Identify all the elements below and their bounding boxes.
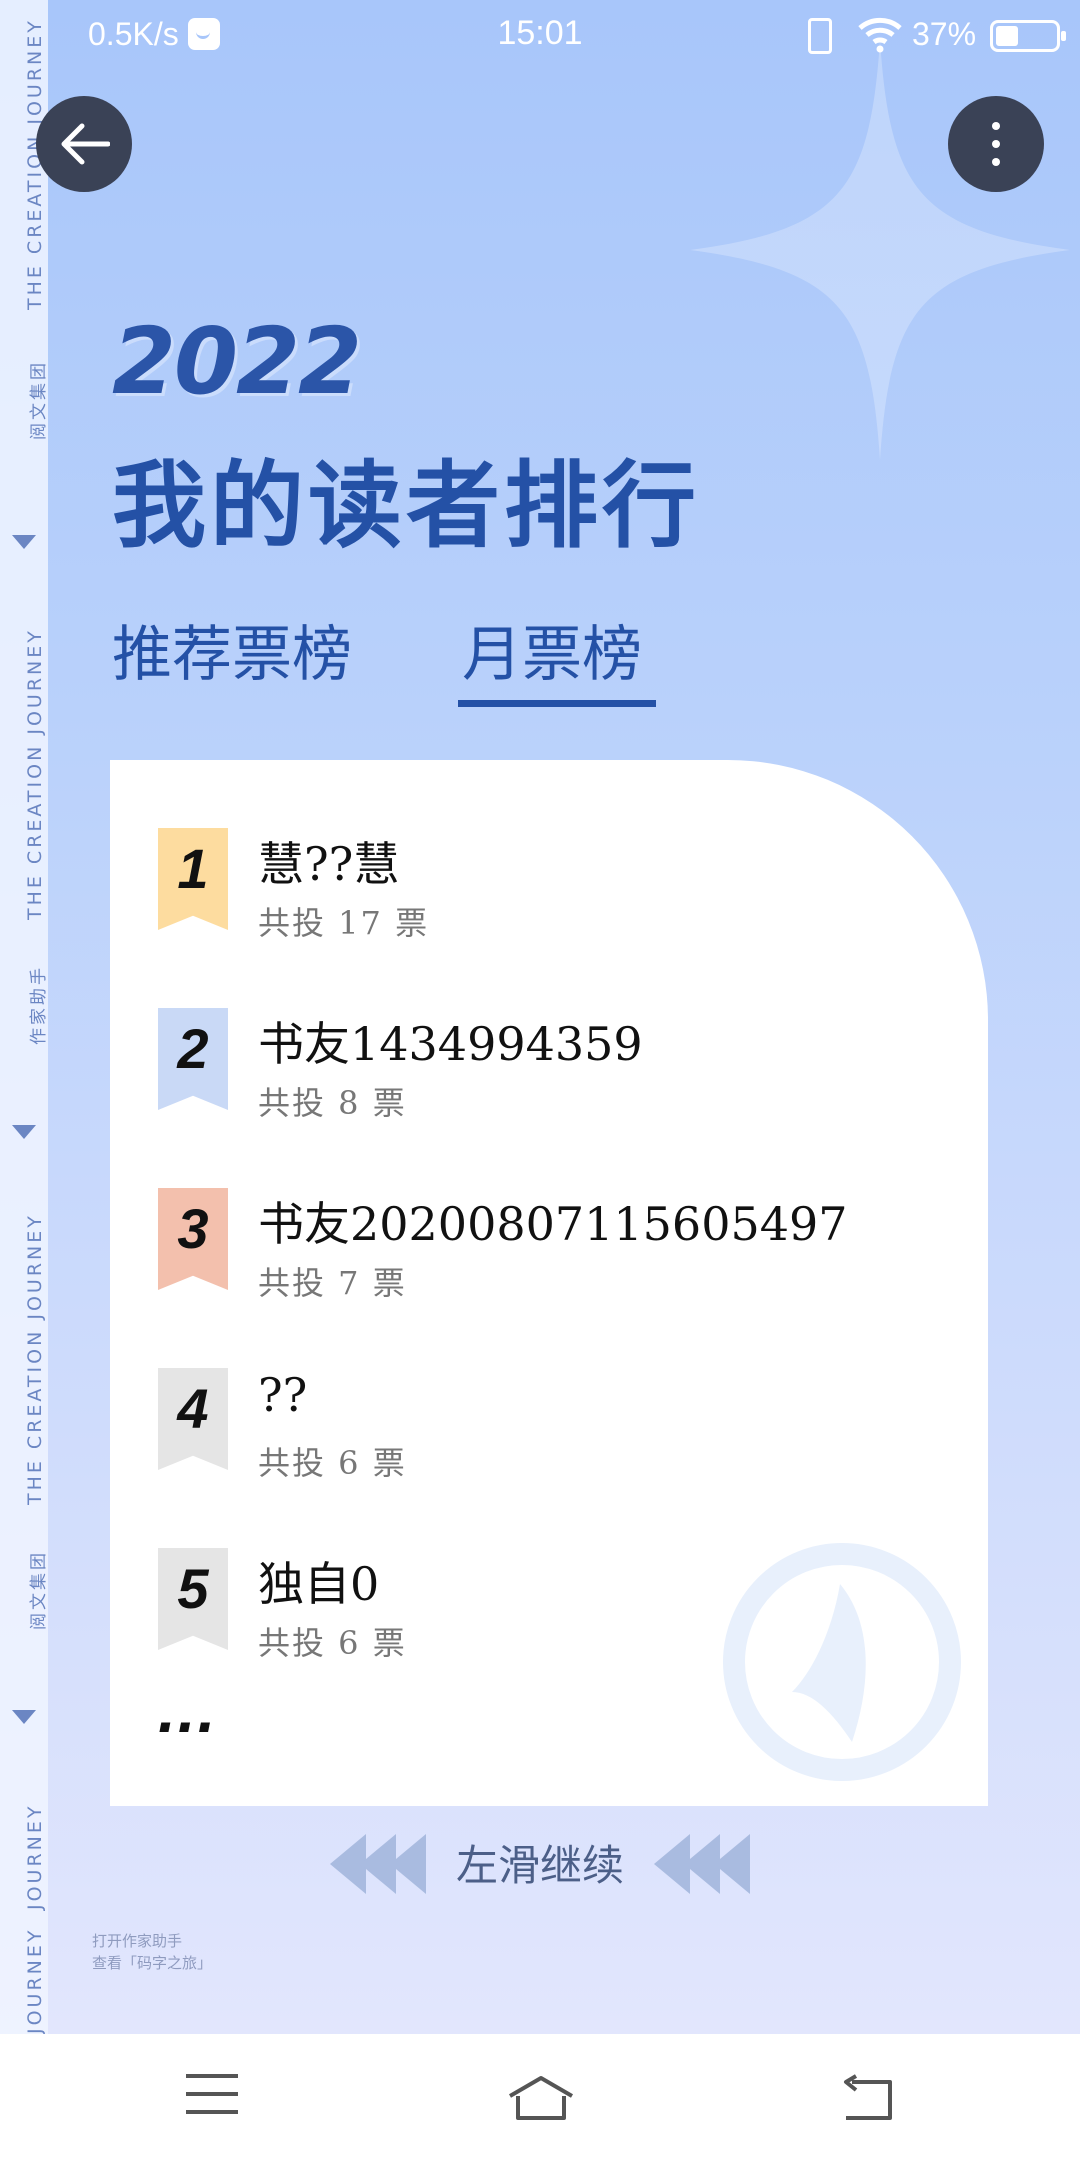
rank-badge: 2: [158, 1008, 228, 1110]
vote-count: 共投 17 票: [258, 904, 430, 942]
footer-note-line: 打开作家助手: [92, 1932, 183, 1950]
back-button[interactable]: [36, 96, 132, 192]
chevrons-left-icon: [654, 1834, 750, 1894]
swipe-hint: 左滑继续: [0, 1828, 1080, 1898]
report-screen: THE CREATION JOURNEY 阅文集团 THE CREATION J…: [0, 0, 1080, 2034]
vibrate-icon: [808, 18, 832, 54]
swipe-hint-text: 左滑继续: [455, 1841, 624, 1890]
vote-count: 共投 6 票: [258, 1624, 407, 1662]
ranking-card: 1 慧??慧 共投 17 票 2 书友1434994359 共投 8 票 3 书…: [110, 760, 988, 1806]
footer-note: 打开作家助手 查看「码字之旅」: [92, 1930, 212, 1974]
wifi-icon: [858, 17, 902, 53]
reader-name: ??: [258, 1368, 308, 1422]
rank-badge: 4: [158, 1368, 228, 1470]
status-bar: 0.5K/s 15:01 37%: [0, 0, 1080, 70]
list-item[interactable]: 5 独自0 共投 6 票: [158, 1548, 918, 1688]
list-item[interactable]: 3 书友20200807115605497 共投 7 票: [158, 1188, 918, 1328]
system-nav-bar: [0, 2034, 1080, 2160]
side-strip-journey-text: JOURNEY: [24, 1927, 46, 2035]
reader-name: 书友20200807115605497: [258, 1197, 848, 1251]
menu-icon[interactable]: [186, 2074, 238, 2128]
reader-name: 慧??慧: [258, 837, 400, 891]
page-title: 我的读者排行: [112, 452, 701, 561]
tab-monthly-ticket[interactable]: 月票榜: [462, 606, 642, 693]
arrow-left-icon: [61, 123, 110, 165]
home-icon[interactable]: [506, 2074, 576, 2124]
tab-recommend-ticket[interactable]: 推荐票榜: [112, 606, 352, 693]
vote-count: 共投 6 票: [258, 1444, 407, 1482]
side-strip-brand-text: 作家助手: [29, 965, 49, 1045]
more-vertical-icon: [992, 122, 1000, 166]
back-nav-icon[interactable]: [840, 2074, 896, 2122]
vote-count: 共投 8 票: [258, 1084, 407, 1122]
list-item[interactable]: 1 慧??慧 共投 17 票: [158, 828, 918, 968]
more-indicator: ...: [158, 1674, 218, 1746]
list-item[interactable]: 2 书友1434994359 共投 8 票: [158, 1008, 918, 1148]
battery-percent: 37%: [912, 16, 977, 52]
list-item[interactable]: 4 ?? 共投 6 票: [158, 1368, 918, 1508]
active-tab-indicator: [458, 700, 656, 707]
footer-note-line: 查看「码字之旅」: [92, 1954, 213, 1972]
reader-name: 书友1434994359: [258, 1017, 643, 1071]
more-options-button[interactable]: [948, 96, 1044, 192]
rank-badge: 1: [158, 828, 228, 930]
reader-name: 独自0: [258, 1557, 380, 1611]
rank-badge: 3: [158, 1188, 228, 1290]
report-year: 2022: [112, 308, 362, 415]
vote-count: 共投 7 票: [258, 1264, 407, 1302]
rank-badge: 5: [158, 1548, 228, 1650]
battery-icon: [990, 20, 1066, 52]
side-strip: THE CREATION JOURNEY 阅文集团 THE CREATION J…: [0, 0, 49, 2035]
